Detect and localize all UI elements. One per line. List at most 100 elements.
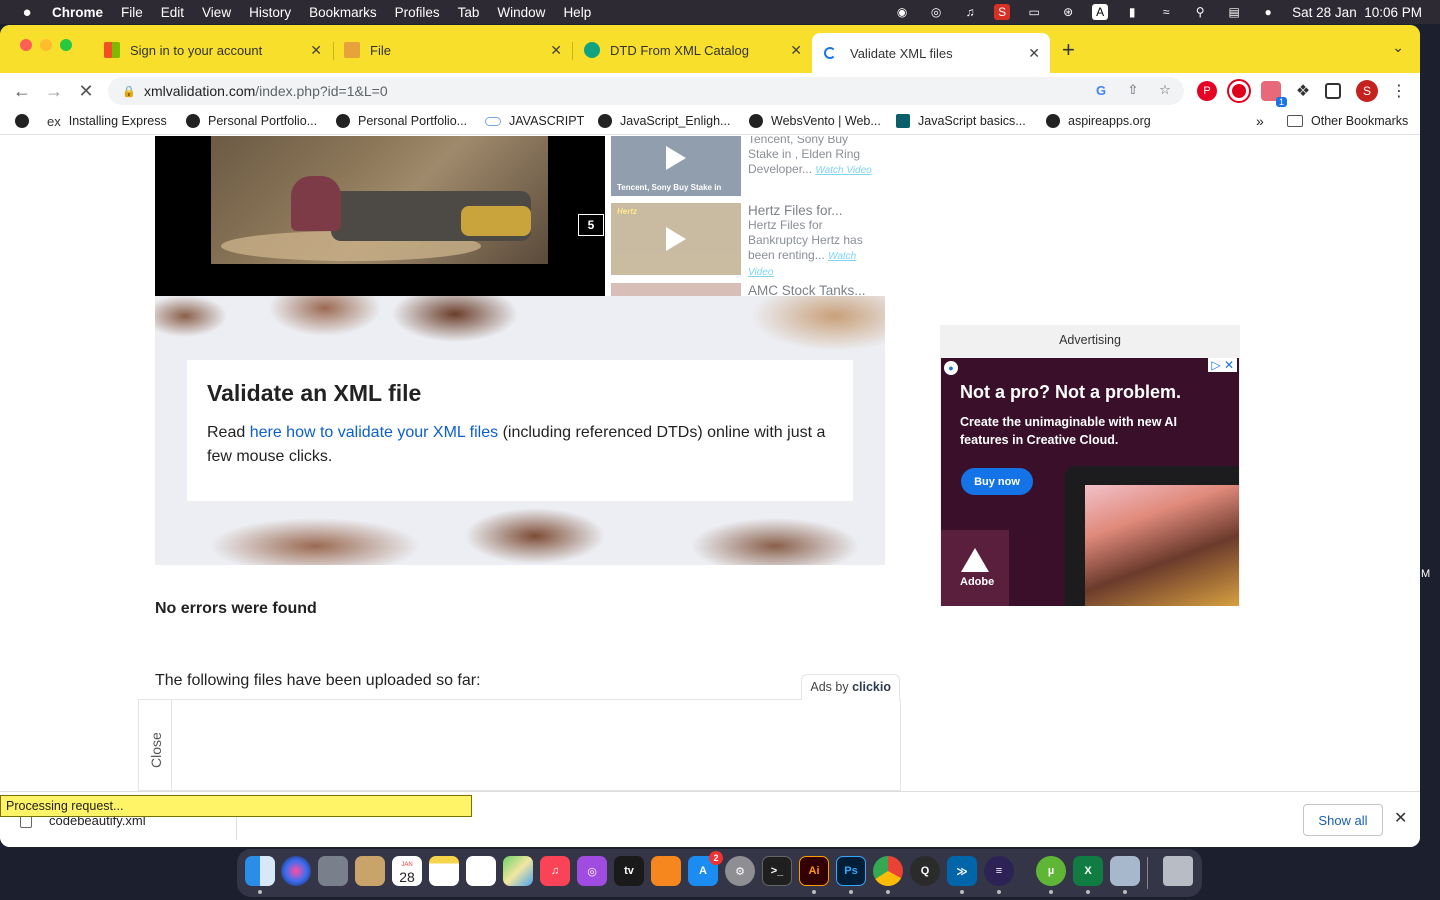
- close-window-icon[interactable]: [20, 39, 32, 51]
- apple-menu-icon[interactable]: ●: [18, 4, 36, 21]
- close-tab-icon[interactable]: ✕: [1028, 45, 1040, 62]
- display-icon[interactable]: ▭: [1024, 4, 1044, 20]
- trash-icon[interactable]: [1163, 856, 1193, 886]
- a-letter-icon[interactable]: A: [1092, 4, 1109, 20]
- validate-howto-link[interactable]: here how to validate your XML files: [250, 424, 498, 441]
- terminal-icon[interactable]: >_: [762, 856, 792, 886]
- video-player[interactable]: [155, 136, 605, 296]
- wordpress-icon[interactable]: ◎: [926, 4, 946, 20]
- siri-icon[interactable]: [281, 856, 311, 886]
- bookmark-personal-portfolio-1[interactable]: Personal Portfolio...: [186, 114, 317, 128]
- menu-view[interactable]: View: [202, 5, 231, 20]
- bookmark-star-icon[interactable]: ☆: [1156, 81, 1174, 99]
- record-extension-icon[interactable]: [1229, 81, 1249, 101]
- ad-shield-icon[interactable]: ●: [944, 361, 958, 375]
- vscode-icon[interactable]: ≫: [947, 856, 977, 886]
- preview-icon[interactable]: [1110, 856, 1140, 886]
- address-bar[interactable]: 🔒 xmlvalidation.com/index.php?id=1&L=0 G…: [108, 77, 1184, 105]
- bookmark-websvento[interactable]: WebsVento | Web...: [749, 114, 881, 128]
- maps-icon[interactable]: [503, 856, 533, 886]
- menu-window[interactable]: Window: [497, 5, 545, 20]
- minimize-window-icon[interactable]: [40, 39, 52, 51]
- zoom-window-icon[interactable]: [60, 39, 72, 51]
- extensions-puzzle-icon[interactable]: ❖: [1293, 81, 1313, 101]
- close-tab-icon[interactable]: ✕: [310, 42, 322, 59]
- menu-app-name[interactable]: Chrome: [52, 5, 103, 20]
- battery-icon[interactable]: ▮: [1122, 4, 1142, 20]
- finder-icon[interactable]: [245, 856, 275, 886]
- menu-edit[interactable]: Edit: [161, 5, 184, 20]
- excel-icon[interactable]: X: [1073, 856, 1103, 886]
- video-playlist-item[interactable]: AMC Stock Tanks...: [611, 283, 883, 296]
- siri-icon[interactable]: ●: [1258, 4, 1278, 20]
- podcasts-icon[interactable]: ◎: [577, 856, 607, 886]
- apple-tv-icon[interactable]: tv: [614, 856, 644, 886]
- eclipse-icon[interactable]: ≡: [984, 856, 1014, 886]
- utorrent-icon[interactable]: µ: [1036, 856, 1066, 886]
- menu-history[interactable]: History: [249, 5, 291, 20]
- menu-help[interactable]: Help: [563, 5, 591, 20]
- other-bookmarks-folder[interactable]: Other Bookmarks: [1287, 114, 1408, 128]
- bookmark-aspireapps[interactable]: aspireapps.org: [1046, 114, 1151, 128]
- chrome-icon[interactable]: [873, 856, 903, 886]
- ad-choices-close-icon[interactable]: ▷ ✕: [1208, 358, 1237, 372]
- profile-avatar[interactable]: S: [1356, 80, 1378, 102]
- close-tab-icon[interactable]: ✕: [550, 42, 562, 59]
- stop-loading-icon[interactable]: ✕: [76, 81, 96, 102]
- video-playlist-item[interactable]: Tencent, Sony Buy Stake in Tencent, Sony…: [611, 136, 883, 196]
- tab-dtd-catalog[interactable]: DTD From XML Catalog ✕: [572, 33, 812, 67]
- creative-cloud-icon[interactable]: ◉: [892, 4, 912, 20]
- shield-s-icon[interactable]: S: [994, 4, 1011, 20]
- menu-file[interactable]: File: [121, 5, 143, 20]
- close-downloads-icon[interactable]: ✕: [1394, 808, 1407, 828]
- new-tab-icon[interactable]: +: [1062, 37, 1075, 63]
- watch-video-link[interactable]: Watch Video: [815, 165, 871, 176]
- system-settings-icon[interactable]: ⚙: [725, 856, 755, 886]
- bookmark-javascript[interactable]: JAVASCRIPT: [485, 114, 584, 128]
- adobe-ad-banner[interactable]: ● ▷ ✕ Not a pro? Not a problem. Create t…: [941, 358, 1239, 606]
- wifi-icon[interactable]: ≈: [1156, 4, 1176, 20]
- google-lens-icon[interactable]: G: [1092, 81, 1110, 99]
- books-icon[interactable]: [651, 856, 681, 886]
- music-icon[interactable]: ♫: [540, 856, 570, 886]
- tab-sign-in[interactable]: Sign in to your account ✕: [92, 33, 332, 67]
- back-icon[interactable]: ←: [12, 81, 32, 102]
- notes-icon[interactable]: [429, 856, 459, 886]
- forward-icon[interactable]: →: [44, 81, 64, 102]
- lock-icon[interactable]: 🔒: [122, 85, 136, 98]
- tab-search-chevron-icon[interactable]: ⌄: [1392, 39, 1404, 56]
- menu-bookmarks[interactable]: Bookmarks: [309, 5, 377, 20]
- photoshop-icon[interactable]: Ps: [836, 856, 866, 886]
- show-all-downloads-button[interactable]: Show all: [1303, 804, 1383, 836]
- bookmark-globe-apps[interactable]: [15, 114, 37, 128]
- ads-by-clickio-label[interactable]: Ads by clickio: [801, 674, 900, 700]
- ad-buy-now-button[interactable]: Buy now: [961, 468, 1033, 495]
- video-playlist-item[interactable]: Hertz Hertz Files for... Hertz Files for…: [611, 203, 883, 279]
- contacts-icon[interactable]: [355, 856, 385, 886]
- menu-tab[interactable]: Tab: [458, 5, 480, 20]
- close-tab-icon[interactable]: ✕: [790, 42, 802, 59]
- bookmark-javascript-basics[interactable]: JavaScript basics...: [896, 114, 1026, 128]
- bluetooth-icon[interactable]: ⊛: [1058, 4, 1078, 20]
- video-count-badge[interactable]: 5: [578, 214, 604, 236]
- spotlight-search-icon[interactable]: ⚲: [1190, 4, 1210, 20]
- share-icon[interactable]: ⇧: [1124, 81, 1142, 99]
- extension-badge-icon[interactable]: 1: [1261, 81, 1287, 107]
- calendar-icon[interactable]: JAN 28: [392, 856, 422, 886]
- volume-icon[interactable]: ♫: [960, 4, 980, 20]
- quicktime-icon[interactable]: Q: [910, 856, 940, 886]
- bookmark-installing-express[interactable]: ex Installing Express: [47, 114, 167, 129]
- menu-profiles[interactable]: Profiles: [395, 5, 440, 20]
- chrome-menu-icon[interactable]: ⋮: [1389, 81, 1409, 101]
- bookmark-javascript-enlightened[interactable]: JavaScript_Enligh...: [598, 114, 730, 128]
- bookmarks-overflow-chevron[interactable]: »: [1256, 113, 1264, 129]
- reminders-icon[interactable]: [466, 856, 496, 886]
- pinterest-icon[interactable]: P: [1197, 81, 1217, 101]
- menu-clock[interactable]: Sat 28 Jan 10:06 PM: [1292, 5, 1422, 20]
- illustrator-icon[interactable]: Ai: [799, 856, 829, 886]
- ad-close-tab[interactable]: Close: [139, 700, 172, 791]
- bookmark-personal-portfolio-2[interactable]: Personal Portfolio...: [336, 114, 467, 128]
- control-center-icon[interactable]: ▤: [1224, 4, 1244, 20]
- side-panel-icon[interactable]: [1325, 83, 1341, 99]
- app-store-icon[interactable]: A 2: [688, 851, 723, 886]
